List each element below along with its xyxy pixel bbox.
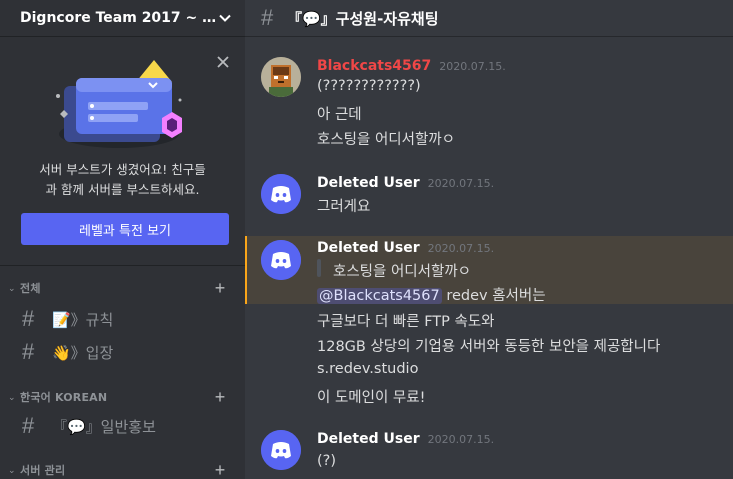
message-text: 이 도메인이 무료! (317, 390, 426, 406)
hash-icon: # (22, 339, 35, 364)
message-text: 아 근데 (317, 107, 362, 123)
timestamp: 2020.07.15. (427, 242, 495, 255)
category-server-admin[interactable]: ⌄ 서버 관리 + (0, 461, 245, 479)
message-text: s.redev.studio (317, 361, 419, 377)
avatar[interactable] (261, 174, 301, 214)
message-meta: Deleted User 2020.07.15. (317, 240, 494, 256)
message-text: @Blackcats4567 redev 홈서버는 (317, 284, 546, 305)
channel-name: 『💬』일반홍보 (52, 417, 156, 436)
add-channel-icon[interactable]: + (211, 461, 229, 479)
channel-title: 『💬』구성원-자유채팅 (287, 9, 439, 28)
category-label: 한국어 KOREAN (20, 391, 108, 404)
message-text: (????????????) (317, 78, 421, 94)
category-korean[interactable]: ⌄ 한국어 KOREAN + (0, 388, 245, 406)
message-meta: Blackcats4567 2020.07.15. (317, 58, 506, 74)
category-label: 서버 관리 (20, 464, 66, 477)
server-name: Digncore Team 2017 ~ 2... (20, 10, 217, 26)
channel-general-promo[interactable]: # 『💬』일반홍보 (10, 410, 235, 442)
message-text: 호스팅을 어디서할까ㅇ (317, 132, 456, 148)
channel-entry[interactable]: # 👋》입장 (10, 336, 235, 368)
add-channel-icon[interactable]: + (211, 279, 229, 297)
add-channel-icon[interactable]: + (211, 388, 229, 406)
message-text: (?) (317, 453, 337, 469)
boost-illustration-icon (54, 56, 184, 152)
hash-icon: # (22, 306, 35, 331)
avatar[interactable] (261, 57, 301, 97)
category-all[interactable]: ⌄ 전체 + (0, 279, 245, 297)
message-meta: Deleted User 2020.07.15. (317, 431, 494, 447)
boost-text-line: 과 함께 서버를 부스트하세요. (45, 182, 200, 197)
message-text-rest: redev 홈서버는 (441, 288, 546, 304)
hash-icon: # (22, 413, 35, 438)
channel-sidebar: Digncore Team 2017 ~ 2... 서버 부스트가 생겼어요! … (0, 0, 245, 479)
quote-text: 호스팅을 어디서할까ㅇ (333, 264, 472, 280)
chat-area: # 『💬』구성원-자유채팅 Blackcats4567 2020.07.15. … (245, 0, 733, 479)
username[interactable]: Blackcats4567 (317, 58, 431, 74)
chevron-down-icon: ⌄ (8, 282, 16, 293)
message-text: 그러게요 (317, 199, 371, 215)
username[interactable]: Deleted User (317, 175, 420, 191)
boost-text-line: 서버 부스트가 생겼어요! 친구들 (39, 162, 206, 177)
quote-bar (317, 259, 321, 277)
avatar[interactable] (261, 240, 301, 280)
view-perks-button[interactable]: 레벨과 특전 보기 (21, 213, 229, 245)
chevron-down-icon: ⌄ (8, 464, 16, 475)
channel-header: # 『💬』구성원-자유채팅 (245, 0, 733, 37)
close-icon[interactable] (215, 54, 231, 70)
channel-rules[interactable]: # 📝》규칙 (10, 303, 235, 335)
chevron-down-icon (217, 10, 233, 26)
message-text: 128GB 상당의 기업용 서버와 동등한 보안을 제공합니다 (317, 339, 661, 355)
server-header[interactable]: Digncore Team 2017 ~ 2... (0, 0, 245, 37)
message-meta: Deleted User 2020.07.15. (317, 175, 494, 191)
category-label: 전체 (20, 282, 41, 295)
sidebar-divider (0, 265, 245, 266)
user-mention[interactable]: @Blackcats4567 (317, 288, 442, 304)
hash-icon: # (261, 5, 274, 30)
boost-description: 서버 부스트가 생겼어요! 친구들 과 함께 서버를 부스트하세요. (8, 160, 237, 200)
channel-name: 📝》규칙 (52, 310, 114, 329)
server-boost-card: 서버 부스트가 생겼어요! 친구들 과 함께 서버를 부스트하세요. 레벨과 특… (8, 46, 237, 256)
message-text: 구글보다 더 빠른 FTP 속도와 (317, 314, 495, 330)
channel-name: 👋》입장 (52, 343, 114, 362)
timestamp: 2020.07.15. (427, 433, 495, 446)
timestamp: 2020.07.15. (427, 177, 495, 190)
chevron-down-icon: ⌄ (8, 391, 16, 402)
username[interactable]: Deleted User (317, 240, 420, 256)
timestamp: 2020.07.15. (439, 60, 506, 73)
avatar[interactable] (261, 430, 301, 470)
username[interactable]: Deleted User (317, 431, 420, 447)
